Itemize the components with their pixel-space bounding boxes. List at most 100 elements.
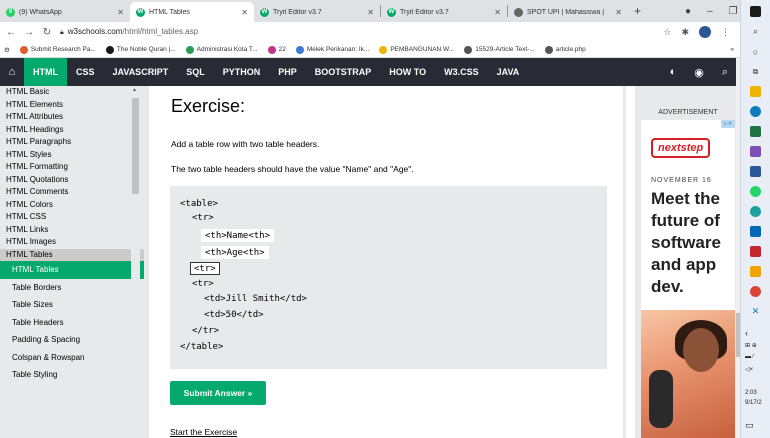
windows-icon[interactable] <box>750 6 761 17</box>
answer-input-2[interactable]: <th>Age<th> <box>201 246 269 259</box>
sidebar-item-html-styles[interactable]: HTML Styles <box>0 149 144 162</box>
nav-item-php[interactable]: PHP <box>269 58 306 86</box>
sidebar-item-html-elements[interactable]: HTML Elements <box>0 99 144 112</box>
dark-mode-icon[interactable]: ◐ <box>670 66 677 79</box>
sidebar-item-html-css[interactable]: HTML CSS <box>0 211 144 224</box>
bookmark-item[interactable]: article.php <box>544 45 586 54</box>
tab-tryit-editor-v3-7[interactable]: W Tryit Editor v3.7 ✕ <box>254 2 380 22</box>
sidebar-item-html-links[interactable]: HTML Links <box>0 224 144 237</box>
close-icon[interactable]: ✕ <box>241 8 248 17</box>
notification-icon[interactable]: ▭ <box>745 420 754 431</box>
clock-time[interactable]: 2:03 <box>745 390 757 396</box>
sidebar-item-html-basic[interactable]: HTML Basic <box>0 86 144 99</box>
tab-9-whatsapp[interactable]: 9 (9) WhatsApp ✕ <box>0 2 130 22</box>
vscode-icon[interactable]: ✕ <box>750 306 761 317</box>
bookmark-item[interactable]: The Noble Quran |... <box>105 45 176 54</box>
nav-item-how-to[interactable]: HOW TO <box>380 58 435 86</box>
chevron-left-icon[interactable]: ‹ <box>745 328 748 338</box>
clock-date[interactable]: 9/17/2 <box>745 400 762 406</box>
tab-spot-upi-mahasiswa[interactable]: SPOT UPI | Mahasiswa | ✕ <box>508 2 628 22</box>
scroll-up-icon[interactable]: ▲ <box>132 87 137 93</box>
sidebar-scrollbar-thumb[interactable] <box>132 98 139 194</box>
bookmark-item[interactable]: 15529-Article Text-... <box>464 45 535 54</box>
cortana-icon[interactable]: ○ <box>750 46 761 57</box>
minimize-icon[interactable]: – <box>707 6 713 17</box>
avatar[interactable] <box>699 26 711 38</box>
star-icon[interactable]: ☆ <box>663 27 671 38</box>
sidebar-section-html-tables[interactable]: HTML Tables <box>0 248 144 261</box>
sidebar-item-html-quotations[interactable]: HTML Quotations <box>0 174 144 187</box>
search-icon[interactable]: ⌕ <box>722 66 728 79</box>
nav-item-java[interactable]: JAVA <box>488 58 529 86</box>
whatsapp-icon[interactable] <box>750 186 761 197</box>
chrome-icon[interactable] <box>750 286 761 297</box>
nav-item-w3-css[interactable]: W3.CSS <box>435 58 488 86</box>
network-icon[interactable]: ⊞ ⊕ <box>745 342 757 349</box>
sidebar-item-html-colors[interactable]: HTML Colors <box>0 199 144 212</box>
sidebar-subitem-table-headers[interactable]: Table Headers <box>0 314 144 332</box>
sidebar-subitem-table-styling[interactable]: Table Styling <box>0 366 144 384</box>
search-icon[interactable]: ⌕ <box>750 26 761 37</box>
sidebar-item-html-comments[interactable]: HTML Comments <box>0 186 144 199</box>
edge-icon[interactable] <box>750 106 761 117</box>
reload-icon[interactable]: ↻ <box>40 27 54 38</box>
home-icon[interactable]: ⌂ <box>0 66 24 78</box>
close-icon[interactable]: ✕ <box>367 8 374 17</box>
answer-input-1[interactable]: <th>Name<th> <box>201 229 275 242</box>
excel-icon[interactable] <box>750 126 761 137</box>
forward-icon[interactable]: → <box>22 27 36 38</box>
content-scrollbar[interactable] <box>626 86 635 438</box>
sidebar-item-html-paragraphs[interactable]: HTML Paragraphs <box>0 136 144 149</box>
menu-icon[interactable]: ⋮ <box>721 27 730 38</box>
sidebar-item-html-headings[interactable]: HTML Headings <box>0 124 144 137</box>
tab-html-tables[interactable]: W HTML Tables ✕ <box>130 2 254 22</box>
nav-item-html[interactable]: HTML <box>24 58 67 86</box>
new-tab-button[interactable]: + <box>634 4 641 18</box>
sidebar-subitem-padding-spacing[interactable]: Padding & Spacing <box>0 331 144 349</box>
bookmark-item[interactable]: Melek Perikanan: Ik... <box>295 45 369 54</box>
sidebar-subitem-html-tables[interactable]: HTML Tables <box>0 261 144 279</box>
nav-item-python[interactable]: PYTHON <box>214 58 270 86</box>
word-icon[interactable] <box>750 166 761 177</box>
restore-icon[interactable]: ❐ <box>729 6 738 17</box>
nav-item-javascript[interactable]: JAVASCRIPT <box>104 58 178 86</box>
file-explorer-icon[interactable] <box>750 86 761 97</box>
battery-icon[interactable]: ▬ ⁄ <box>745 354 754 360</box>
powerpoint-icon[interactable] <box>750 246 761 257</box>
bookmark-item[interactable]: 22 <box>267 45 286 54</box>
apps-icon[interactable]: ⚙ <box>4 46 10 54</box>
advertisement[interactable]: ▷✕ nextstep NOVEMBER 16 Meet the future … <box>641 120 735 438</box>
ad-choices-icon[interactable]: ▷✕ <box>721 120 735 128</box>
close-icon[interactable]: ✕ <box>615 8 622 17</box>
sidebar-subitem-table-borders[interactable]: Table Borders <box>0 279 144 297</box>
bookmark-item[interactable]: Administrasi Kota T... <box>185 45 258 54</box>
sidebar-subitem-table-sizes[interactable]: Table Sizes <box>0 296 144 314</box>
sidebar-subitem-colspan-rowspan[interactable]: Colspan & Rowspan <box>0 349 144 367</box>
url-field[interactable]: 🔒︎ w3schools.com/html/html_tables.asp <box>60 27 198 37</box>
nav-item-sql[interactable]: SQL <box>177 58 214 86</box>
mail-icon[interactable] <box>750 226 761 237</box>
extensions-icon[interactable]: ✱ <box>681 27 689 38</box>
submit-answer-button[interactable]: Submit Answer » <box>170 381 266 405</box>
volume-icon[interactable]: ◁× <box>745 366 753 373</box>
answer-input-3[interactable]: <tr> <box>190 262 220 275</box>
close-icon[interactable]: ✕ <box>117 8 124 17</box>
app-icon[interactable] <box>750 206 761 217</box>
nav-item-css[interactable]: CSS <box>67 58 104 86</box>
sticky-notes-icon[interactable] <box>750 266 761 277</box>
sidebar-item-html-formatting[interactable]: HTML Formatting <box>0 161 144 174</box>
back-icon[interactable]: ← <box>4 27 18 38</box>
bookmark-item[interactable]: Submit Research Pa... <box>19 45 96 54</box>
nav-item-bootstrap[interactable]: BOOTSTRAP <box>306 58 381 86</box>
sidebar-item-html-attributes[interactable]: HTML Attributes <box>0 111 144 124</box>
start-exercise-link[interactable]: Start the Exercise <box>170 427 237 437</box>
sidebar-item-html-images[interactable]: HTML Images <box>0 236 144 249</box>
tab-tryit-editor-v3-7[interactable]: W Tryit Editor v3.7 ✕ <box>381 2 507 22</box>
certified-icon[interactable]: ◉ <box>694 66 704 79</box>
bookmarks-more-icon[interactable]: » <box>730 46 740 53</box>
bookmark-item[interactable]: PEMBANGUNAN W... <box>379 45 454 54</box>
close-icon[interactable]: ✕ <box>494 8 501 17</box>
sidebar-scrollbar[interactable]: ▲ <box>131 86 140 438</box>
task-view-icon[interactable]: ⧉ <box>750 66 761 77</box>
teams-icon[interactable] <box>750 146 761 157</box>
